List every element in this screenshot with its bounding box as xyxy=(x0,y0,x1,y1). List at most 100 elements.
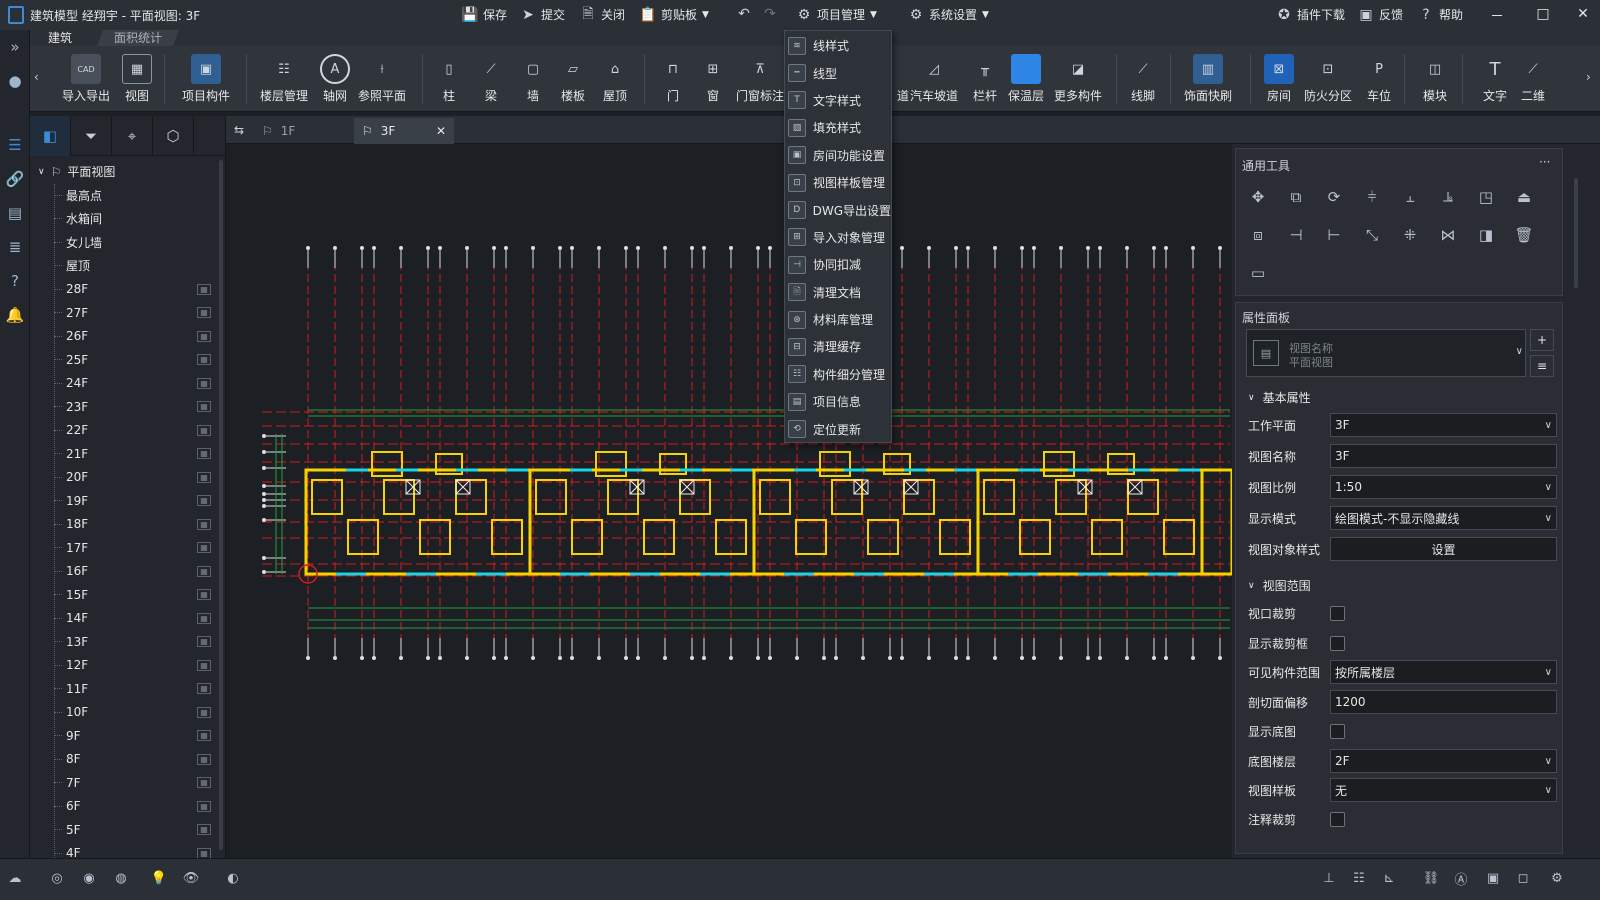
ribbon-scroll-left-icon[interactable]: ‹ xyxy=(34,70,39,84)
layers-icon[interactable]: ≣ xyxy=(0,230,30,264)
tree-item[interactable]: 19F ▦ xyxy=(30,489,225,513)
bulb-icon[interactable]: 💡 xyxy=(148,867,170,889)
group-view-range[interactable]: ∨ 视图范围 xyxy=(1248,577,1311,594)
menu-item-line-style[interactable]: ≋ 线样式 xyxy=(785,32,891,59)
tree-item[interactable]: 12F ▦ xyxy=(30,654,225,678)
ribbon-car-ramp[interactable]: ◿ 汽车坡道 xyxy=(910,54,958,104)
save-button[interactable]: 💾 保存 xyxy=(461,6,507,23)
menu-item-material-library[interactable]: ⊛ 材料库管理 xyxy=(785,306,891,333)
tree-item[interactable]: 17F ▦ xyxy=(30,536,225,560)
ribbon-window[interactable]: ⊞ 窗 xyxy=(698,54,728,104)
show-underlay-checkbox[interactable] xyxy=(1330,723,1345,739)
section-icon[interactable]: ⊾ xyxy=(1378,867,1400,889)
tab-area-statistics[interactable]: 面积统计 xyxy=(97,30,179,46)
minimize-button[interactable]: － xyxy=(1480,6,1514,26)
display-mode-select[interactable]: 绘图模式-不显示隐藏线 ∨ xyxy=(1330,506,1557,530)
ribbon-molding[interactable]: ⟋ 线脚 xyxy=(1128,54,1158,104)
link-icon[interactable]: 🔗 xyxy=(0,162,30,196)
help-button[interactable]: ? 帮助 xyxy=(1418,6,1463,23)
undo-icon[interactable]: ↶ xyxy=(736,6,752,22)
tree-item[interactable]: 11F ▦ xyxy=(30,677,225,701)
ribbon-module[interactable]: ◫ 模块 xyxy=(1420,54,1450,104)
reveal-icon[interactable]: ◍ xyxy=(110,867,132,889)
menu-item-fill-style[interactable]: ▧ 填充样式 xyxy=(785,114,891,141)
ribbon-railing[interactable]: ╥ 栏杆 xyxy=(970,54,1000,104)
visible-range-select[interactable]: 按所属楼层 ∨ xyxy=(1330,660,1557,684)
ribbon-2d[interactable]: ⟋ 二维 xyxy=(1518,54,1548,104)
menu-item-import-object[interactable]: ⊞ 导入对象管理 xyxy=(785,224,891,251)
view-name-input[interactable]: 3F xyxy=(1330,444,1557,468)
view-template-select[interactable]: 无 ∨ xyxy=(1330,778,1557,802)
ribbon-wall[interactable]: ▢ 墙 xyxy=(518,54,548,104)
mirror-icon[interactable]: ⋈ xyxy=(1436,223,1460,247)
system-settings-button[interactable]: ⚙ 系统设置 ▼ xyxy=(908,6,989,23)
submit-button[interactable]: ➤ 提交 xyxy=(520,6,565,23)
document-icon[interactable]: ▤ xyxy=(0,196,30,230)
tree-item[interactable]: 最高点 xyxy=(30,184,225,208)
ribbon-column[interactable]: ▯ 柱 xyxy=(434,54,464,104)
tree-item[interactable]: 13F ▦ xyxy=(30,630,225,654)
cube-icon[interactable]: ⬡ xyxy=(153,116,194,156)
tree-item[interactable]: 22F ▦ xyxy=(30,419,225,443)
tree-item[interactable]: 14F ▦ xyxy=(30,607,225,631)
array-icon[interactable]: ⧈ xyxy=(1246,223,1270,247)
maximize-button[interactable]: □ xyxy=(1526,6,1560,22)
menu-item-view-template[interactable]: ⊡ 视图样板管理 xyxy=(785,169,891,196)
tab-view-1f[interactable]: ⚐ 1F xyxy=(254,118,354,144)
viewport-crop-checkbox[interactable] xyxy=(1330,605,1345,621)
annotation-crop-checkbox[interactable] xyxy=(1330,811,1345,827)
location-icon[interactable]: ⌖ xyxy=(112,116,153,156)
drawing-canvas[interactable] xyxy=(226,144,1234,858)
tools-scrollbar[interactable] xyxy=(1574,178,1578,288)
plugin-download-button[interactable]: ✪ 插件下载 xyxy=(1276,6,1345,23)
split-element-icon[interactable]: ⊢ xyxy=(1322,223,1346,247)
menu-item-project-info[interactable]: ▤ 项目信息 xyxy=(785,388,891,415)
link-icon[interactable]: ⛓ xyxy=(1420,867,1442,889)
floor-plan-drawing[interactable] xyxy=(226,144,1234,858)
isolate-icon[interactable]: ◉ xyxy=(78,867,100,889)
ribbon-slab[interactable]: ▱ 楼板 xyxy=(558,54,588,104)
workset-icon[interactable]: ▣ xyxy=(1482,867,1504,889)
tree-item[interactable]: 水箱间 xyxy=(30,207,225,231)
tree-item[interactable]: 15F ▦ xyxy=(30,583,225,607)
measure-icon[interactable]: ▭ xyxy=(1246,261,1270,285)
ribbon-parking[interactable]: P 车位 xyxy=(1364,54,1394,104)
add-type-button[interactable]: + xyxy=(1530,329,1554,351)
more-options-icon[interactable]: ··· xyxy=(1539,155,1550,169)
help-circle-icon[interactable]: ? xyxy=(0,264,30,298)
snap-icon[interactable]: Ⓐ xyxy=(1450,867,1472,889)
menu-item-line-type[interactable]: ┅ 线型 xyxy=(785,59,891,86)
ribbon-beam[interactable]: ⟋ 梁 xyxy=(476,54,506,104)
copy-icon[interactable]: ⧉ xyxy=(1284,185,1308,209)
redo-icon[interactable]: ↷ xyxy=(762,6,778,22)
tree-item[interactable]: 9F ▦ xyxy=(30,724,225,748)
tree-scrollbar[interactable] xyxy=(219,160,223,850)
menu-item-clear-cache[interactable]: ⊟ 清理缓存 xyxy=(785,333,891,360)
ribbon-view[interactable]: ▦ 视图 xyxy=(122,54,152,104)
eye-icon[interactable]: 👁 xyxy=(180,867,202,889)
ribbon-insulation[interactable]: 保温层 xyxy=(1008,54,1044,104)
ribbon-reference-plane[interactable]: ⟊ 参照平面 xyxy=(358,54,406,104)
expand-icon[interactable]: » xyxy=(0,30,30,64)
split-icon[interactable]: ⫠ xyxy=(1398,185,1422,209)
tab-list-icon[interactable]: ⇆ xyxy=(234,123,244,137)
ribbon-grid-axis[interactable]: A 轴网 xyxy=(320,54,350,104)
pin-icon[interactable]: ⤡ xyxy=(1360,223,1384,247)
display-filter-icon[interactable]: ◐ xyxy=(222,867,244,889)
align-icon[interactable]: ⫩ xyxy=(1360,185,1384,209)
ribbon-scroll-right-icon[interactable]: › xyxy=(1586,70,1591,84)
menu-item-text-style[interactable]: T 文字样式 xyxy=(785,87,891,114)
menu-item-component-subdivision[interactable]: ☷ 构件细分管理 xyxy=(785,361,891,388)
ribbon-finish-brush[interactable]: ▥ 饰面快刷 xyxy=(1184,54,1232,104)
ribbon-door-window-tag[interactable]: ⊼ 门窗标注 xyxy=(736,54,784,104)
ribbon-door[interactable]: ⊓ 门 xyxy=(658,54,688,104)
group-basic-properties[interactable]: ∨ 基本属性 xyxy=(1248,389,1311,406)
ribbon-room[interactable]: ⊠ 房间 xyxy=(1264,54,1294,104)
bell-icon[interactable]: 🔔 xyxy=(0,298,30,332)
tree-item[interactable]: 26F ▦ xyxy=(30,325,225,349)
tab-architecture[interactable]: 建筑 xyxy=(34,30,86,46)
clipboard-button[interactable]: 📋 剪贴板 ▼ xyxy=(639,6,709,23)
tab-view-3f[interactable]: ⚐ 3F ✕ xyxy=(354,118,454,144)
filter-icon[interactable]: ⏷ xyxy=(71,116,112,156)
ribbon-project-components[interactable]: ▣ 项目构件 xyxy=(182,54,230,104)
